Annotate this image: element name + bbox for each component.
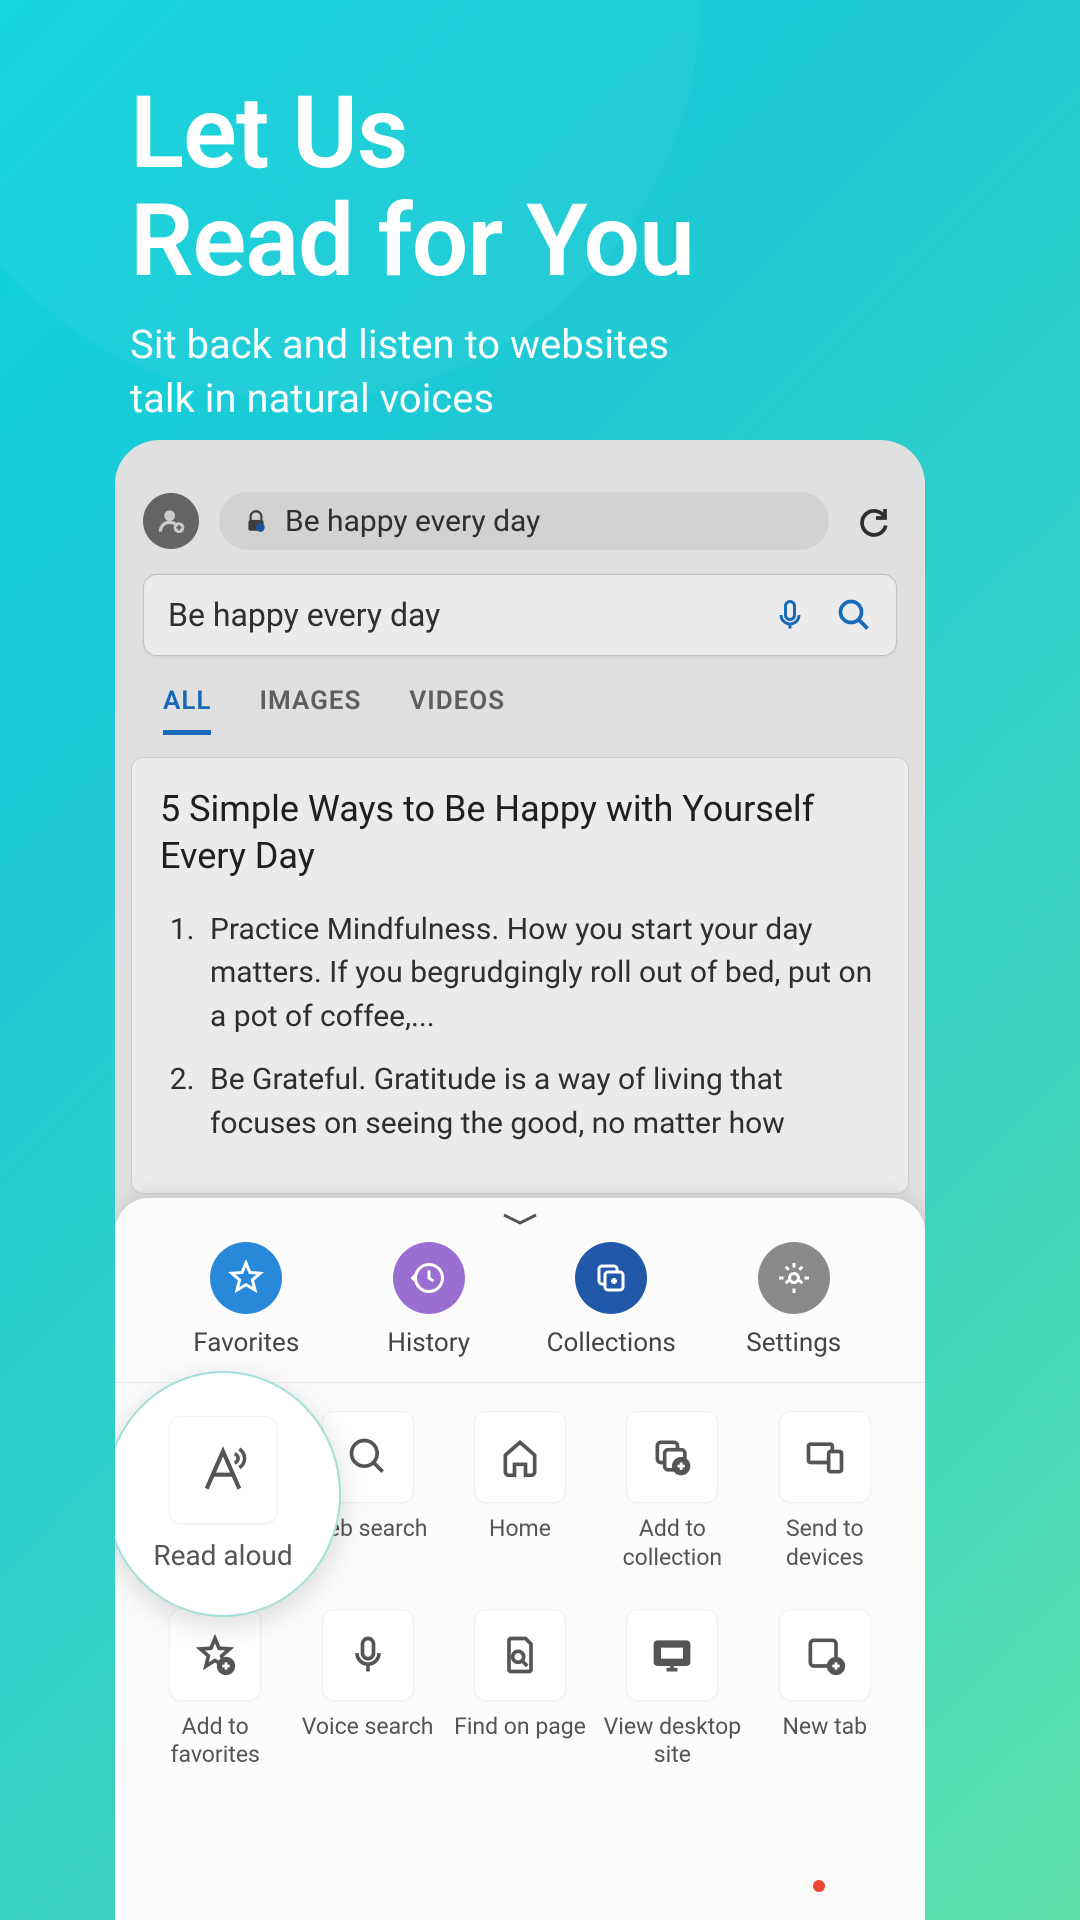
chevron-down-icon <box>498 1210 542 1228</box>
find-on-page-action[interactable]: Find on page <box>448 1609 592 1771</box>
history-label: History <box>387 1328 470 1358</box>
collections-button[interactable]: Collections <box>536 1242 686 1358</box>
find-on-page-label: Find on page <box>454 1713 586 1742</box>
promo-title-line1: Let Us <box>130 80 694 188</box>
send-to-devices-action[interactable]: Send to devices <box>753 1411 897 1573</box>
article-item-1: Practice Mindfulness. How you start your… <box>202 908 880 1039</box>
promo-subtitle-line1: Sit back and listen to websites <box>130 318 694 372</box>
desktop-icon <box>650 1633 694 1677</box>
home-label: Home <box>489 1515 551 1544</box>
read-aloud-label: Read aloud <box>153 1538 292 1573</box>
article-item-2: Be Grateful. Gratitude is a way of livin… <box>202 1058 880 1145</box>
favorites-button[interactable]: Favorites <box>171 1242 321 1358</box>
mic-icon[interactable] <box>772 597 808 633</box>
search-text: Be happy every day <box>168 596 748 634</box>
view-desktop-site-action[interactable]: View desktop site <box>600 1609 744 1771</box>
add-to-favorites-action[interactable]: Add to favorites <box>143 1609 287 1771</box>
lock-icon <box>243 508 269 534</box>
sheet-primary-row: Favorites History Collections Settings <box>115 1228 925 1383</box>
devices-icon <box>803 1435 847 1479</box>
sheet-handle[interactable] <box>115 1198 925 1228</box>
tab-images[interactable]: IMAGES <box>259 686 361 735</box>
search-icon[interactable] <box>836 597 872 633</box>
promo-title-line2: Read for You <box>130 188 694 296</box>
home-action[interactable]: Home <box>448 1411 592 1573</box>
add-to-favorites-label: Add to favorites <box>143 1713 287 1771</box>
collections-label: Collections <box>547 1328 676 1358</box>
address-text: Be happy every day <box>285 504 540 539</box>
view-desktop-site-label: View desktop site <box>600 1713 744 1771</box>
person-add-icon <box>155 505 187 537</box>
home-icon <box>498 1435 542 1479</box>
tab-all[interactable]: ALL <box>163 686 211 735</box>
promo-subtitle-line2: talk in natural voices <box>130 372 694 426</box>
settings-label: Settings <box>746 1328 841 1358</box>
find-page-icon <box>498 1633 542 1677</box>
indicator-dot <box>813 1880 825 1892</box>
star-add-icon <box>193 1633 237 1677</box>
add-to-collection-label: Add to collection <box>600 1515 744 1573</box>
voice-search-action[interactable]: Voice search <box>295 1609 439 1771</box>
add-collection-icon <box>650 1435 694 1479</box>
send-to-devices-label: Send to devices <box>753 1515 897 1573</box>
mic-icon <box>346 1633 390 1677</box>
bottom-sheet: Favorites History Collections Settings <box>115 1198 925 1920</box>
read-aloud-action[interactable]: Read aloud <box>115 1371 341 1617</box>
search-box[interactable]: Be happy every day <box>143 574 897 656</box>
search-icon <box>346 1435 390 1479</box>
browser-chrome: Be happy every day Be happy every day AL… <box>115 440 925 735</box>
gear-icon <box>776 1260 812 1296</box>
add-to-collection-action[interactable]: Add to collection <box>600 1411 744 1573</box>
voice-search-label: Voice search <box>302 1713 434 1742</box>
star-icon <box>228 1260 264 1296</box>
result-card[interactable]: 5 Simple Ways to Be Happy with Yourself … <box>131 757 909 1194</box>
new-tab-label: New tab <box>783 1713 868 1742</box>
new-tab-icon <box>803 1633 847 1677</box>
search-tabs: ALL IMAGES VIDEOS <box>143 656 897 735</box>
tab-videos[interactable]: VIDEOS <box>409 686 505 735</box>
history-button[interactable]: History <box>354 1242 504 1358</box>
promo-title: Let Us Read for You <box>130 80 694 296</box>
collections-icon <box>593 1260 629 1296</box>
article-title: 5 Simple Ways to Be Happy with Yourself … <box>160 786 880 880</box>
new-tab-action[interactable]: New tab <box>753 1609 897 1771</box>
article-list: Practice Mindfulness. How you start your… <box>160 908 880 1146</box>
favorites-label: Favorites <box>193 1328 299 1358</box>
refresh-button[interactable] <box>849 497 897 545</box>
promo-subtitle: Sit back and listen to websites talk in … <box>130 318 694 426</box>
promo-header: Let Us Read for You Sit back and listen … <box>130 80 694 426</box>
phone-screen: Be happy every day Be happy every day AL… <box>115 440 925 1920</box>
history-icon <box>411 1260 447 1296</box>
refresh-icon <box>855 503 891 539</box>
settings-button[interactable]: Settings <box>719 1242 869 1358</box>
read-aloud-icon <box>195 1442 251 1498</box>
profile-avatar[interactable] <box>143 493 199 549</box>
address-bar[interactable]: Be happy every day <box>219 492 829 550</box>
